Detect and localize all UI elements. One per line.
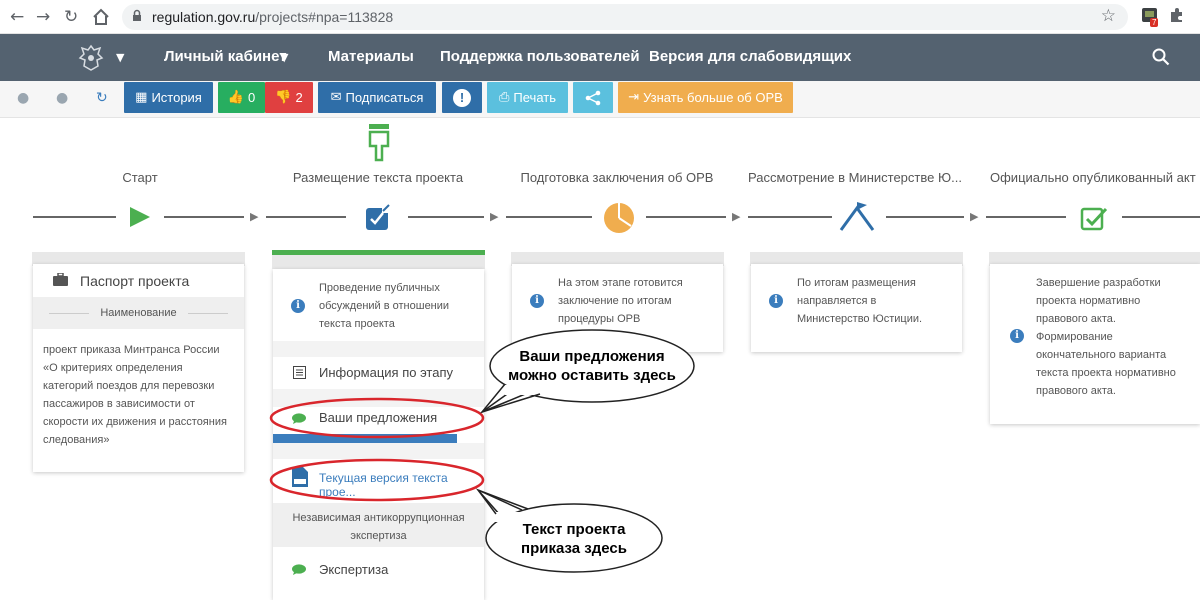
text-callout-text: Текст проекта приказа здесь	[494, 520, 654, 558]
tail-mask	[505, 385, 545, 395]
proposals-callout-text: Ваши предложения можно оставить здесь	[500, 347, 684, 385]
callout-line: можно оставить здесь	[508, 367, 676, 384]
proposals-highlight-ellipse	[269, 397, 485, 439]
callout-line: Ваши предложения	[519, 348, 665, 365]
text-highlight-ellipse	[269, 458, 485, 502]
callout-line: приказа здесь	[521, 540, 627, 557]
annotation-overlay	[269, 329, 695, 573]
text-callout-tail	[477, 489, 523, 516]
callout-line: Текст проекта	[522, 521, 626, 538]
